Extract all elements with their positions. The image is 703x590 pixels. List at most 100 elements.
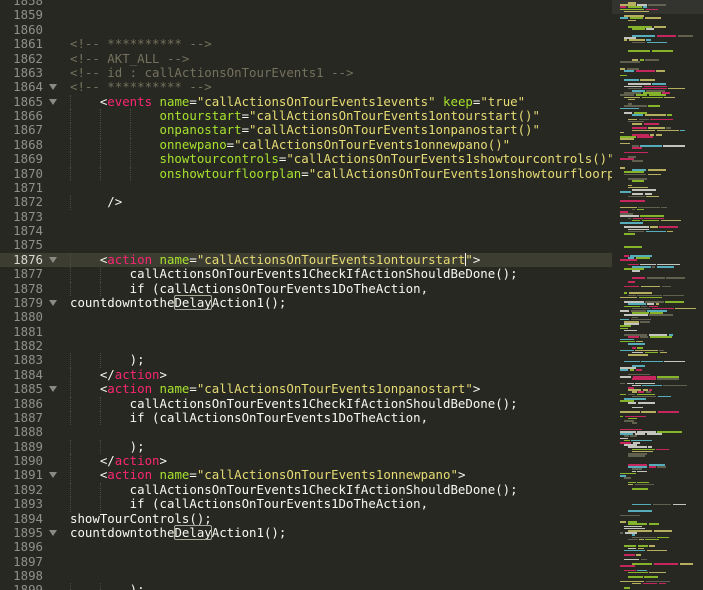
minimap-line (620, 259, 637, 261)
minimap-line (632, 160, 643, 162)
minimap-line (664, 96, 675, 99)
fold-arrow-icon[interactable] (49, 386, 57, 393)
line-number: 1876 (13, 251, 43, 267)
code-line[interactable]: 1885 <action name="callActionsOnTourEvent… (0, 381, 612, 397)
code-line[interactable]: 1898 (0, 568, 612, 583)
code-line[interactable]: 1864 <!-- ********** --> (0, 79, 612, 94)
line-number: 1877 (13, 266, 43, 282)
code-line[interactable]: 1895 countdowntotheDelayAction1(); (0, 524, 612, 540)
code-token: = (189, 381, 197, 397)
code-line[interactable]: 1877 callActionsOnTourEvents1CheckIfActio… (0, 266, 612, 282)
line-code: ); (70, 353, 145, 368)
code-token: if (callActionsOnTourEvents1DoTheAction, (129, 496, 429, 512)
line-number: 1893 (13, 496, 43, 512)
code-line[interactable]: 1899); (0, 582, 612, 590)
fold-arrow-icon[interactable] (49, 84, 57, 91)
minimap-line (632, 563, 653, 565)
minimap-line (655, 134, 663, 136)
code-line[interactable]: 1894 showTourControls(); (0, 511, 612, 526)
code-line[interactable]: 1874 (0, 223, 612, 238)
code-line[interactable]: 1866 ontourstart="callActionsOnTourEvents… (0, 108, 612, 124)
line-code: ); (70, 439, 145, 454)
minimap[interactable] (612, 0, 703, 590)
code-line[interactable]: 1858 (0, 0, 612, 8)
minimap-line (646, 549, 668, 552)
minimap-line (624, 246, 643, 248)
minimap-line (624, 70, 635, 72)
line-gutter: 1860 (0, 22, 60, 37)
code-line[interactable]: 1896 (0, 539, 612, 554)
indent-guide (70, 267, 71, 282)
code-token: callActionsOnTourEvents1CheckIfActionSho… (129, 481, 518, 497)
indent-guide (99, 410, 101, 426)
code-line[interactable]: 1873 (0, 209, 612, 224)
minimap-line (624, 292, 628, 294)
line-code: <action name="callActionsOnTourEvents1on… (70, 381, 480, 397)
code-line[interactable]: 1892 callActionsOnTourEvents1CheckIfActio… (0, 481, 612, 498)
minimap-line (620, 142, 630, 145)
code-line[interactable]: 1876 <action name="callActionsOnTourEvent… (0, 251, 612, 268)
code-line[interactable]: 1872 /> (0, 194, 612, 210)
code-line[interactable]: 1884 </action> (0, 366, 612, 383)
minimap-line (649, 336, 672, 338)
line-number: 1867 (13, 122, 43, 138)
minimap-line (637, 136, 653, 138)
code-line[interactable]: 1882 (0, 338, 612, 353)
indent-guide (99, 152, 101, 167)
code-line[interactable]: 1889); (0, 438, 612, 454)
line-code: /> (70, 195, 122, 210)
minimap-line (624, 587, 631, 589)
code-line[interactable]: 1897 (0, 554, 612, 569)
line-number: 1871 (13, 179, 43, 195)
minimap-line (628, 19, 636, 22)
code-token: = (189, 467, 197, 483)
fold-arrow-icon[interactable] (49, 472, 57, 479)
code-line[interactable]: 1883); (0, 352, 612, 368)
code-editor[interactable]: 1858 1859 1860 1861 <!-- ********** --> 1862 <… (0, 0, 612, 590)
minimap-line (657, 411, 679, 413)
code-line[interactable]: 1887 if (callActionsOnTourEvents1DoTheAct… (0, 409, 612, 426)
code-line[interactable]: 1890 </action> (0, 453, 612, 469)
code-line[interactable]: 1861 <!-- ********** --> (0, 36, 612, 51)
code-token: onnewpano (159, 136, 227, 152)
code-line[interactable]: 1862 <!-- AKT_ALL --> (0, 51, 612, 66)
code-line[interactable]: 1878 if (callActionsOnTourEvents1DoTheAct… (0, 281, 612, 296)
code-line[interactable]: 1868 onnewpano="callActionsOnTourEvents1o… (0, 136, 612, 153)
code-line[interactable]: 1869 showtourcontrols="callActionsOnTourE… (0, 151, 612, 167)
code-line[interactable]: 1860 (0, 22, 612, 37)
code-line[interactable]: 1863 <!-- id : callActionsOnTourEvents1 -… (0, 65, 612, 80)
code-line[interactable]: 1865 <events name="callActionsOnTourEvent… (0, 94, 612, 109)
code-line[interactable]: 1875 (0, 237, 612, 252)
minimap-line (620, 74, 628, 77)
minimap-line (652, 266, 656, 268)
line-gutter: 1892 (0, 482, 60, 497)
code-line[interactable]: 1867 onpanostart="callActionsOnTourEvents… (0, 122, 612, 138)
code-line[interactable]: 1870 onshowtourfloorplan="callActionsOnTo… (0, 166, 612, 181)
code-line[interactable]: 1888 (0, 424, 612, 439)
code-line[interactable]: 1891 <action name="callActionsOnTourEvent… (0, 467, 612, 483)
code-line[interactable]: 1893 if (callActionsOnTourEvents1DoTheAct… (0, 496, 612, 512)
code-line[interactable]: 1879 countdowntotheDelayAction1(); (0, 294, 612, 310)
fold-arrow-icon[interactable] (49, 529, 57, 536)
code-token: > (159, 366, 167, 382)
code-line[interactable]: 1871 (0, 179, 612, 195)
code-token: "callActionsOnTourEvents1showtourcontrol… (286, 151, 612, 167)
fold-arrow-icon[interactable] (49, 299, 57, 306)
minimap-line (652, 503, 672, 506)
fold-arrow-icon[interactable] (49, 256, 57, 263)
code-line[interactable]: 1880 (0, 309, 612, 324)
code-line[interactable]: 1886 callActionsOnTourEvents1CheckIfActio… (0, 396, 612, 411)
line-gutter: 1875 (0, 237, 60, 252)
line-number: 1895 (13, 524, 43, 540)
line-gutter: 1867 (0, 122, 60, 138)
line-number: 1872 (13, 194, 43, 210)
line-number: 1889 (13, 438, 43, 454)
code-token: onpanostart (159, 122, 242, 138)
minimap-line (632, 189, 657, 191)
code-line[interactable]: 1859 (0, 7, 612, 22)
fold-arrow-icon[interactable] (49, 98, 57, 105)
indent-guide (129, 123, 131, 138)
code-line[interactable]: 1881 (0, 324, 612, 339)
code-token: if (callActionsOnTourEvents1DoTheAction, (129, 409, 429, 425)
